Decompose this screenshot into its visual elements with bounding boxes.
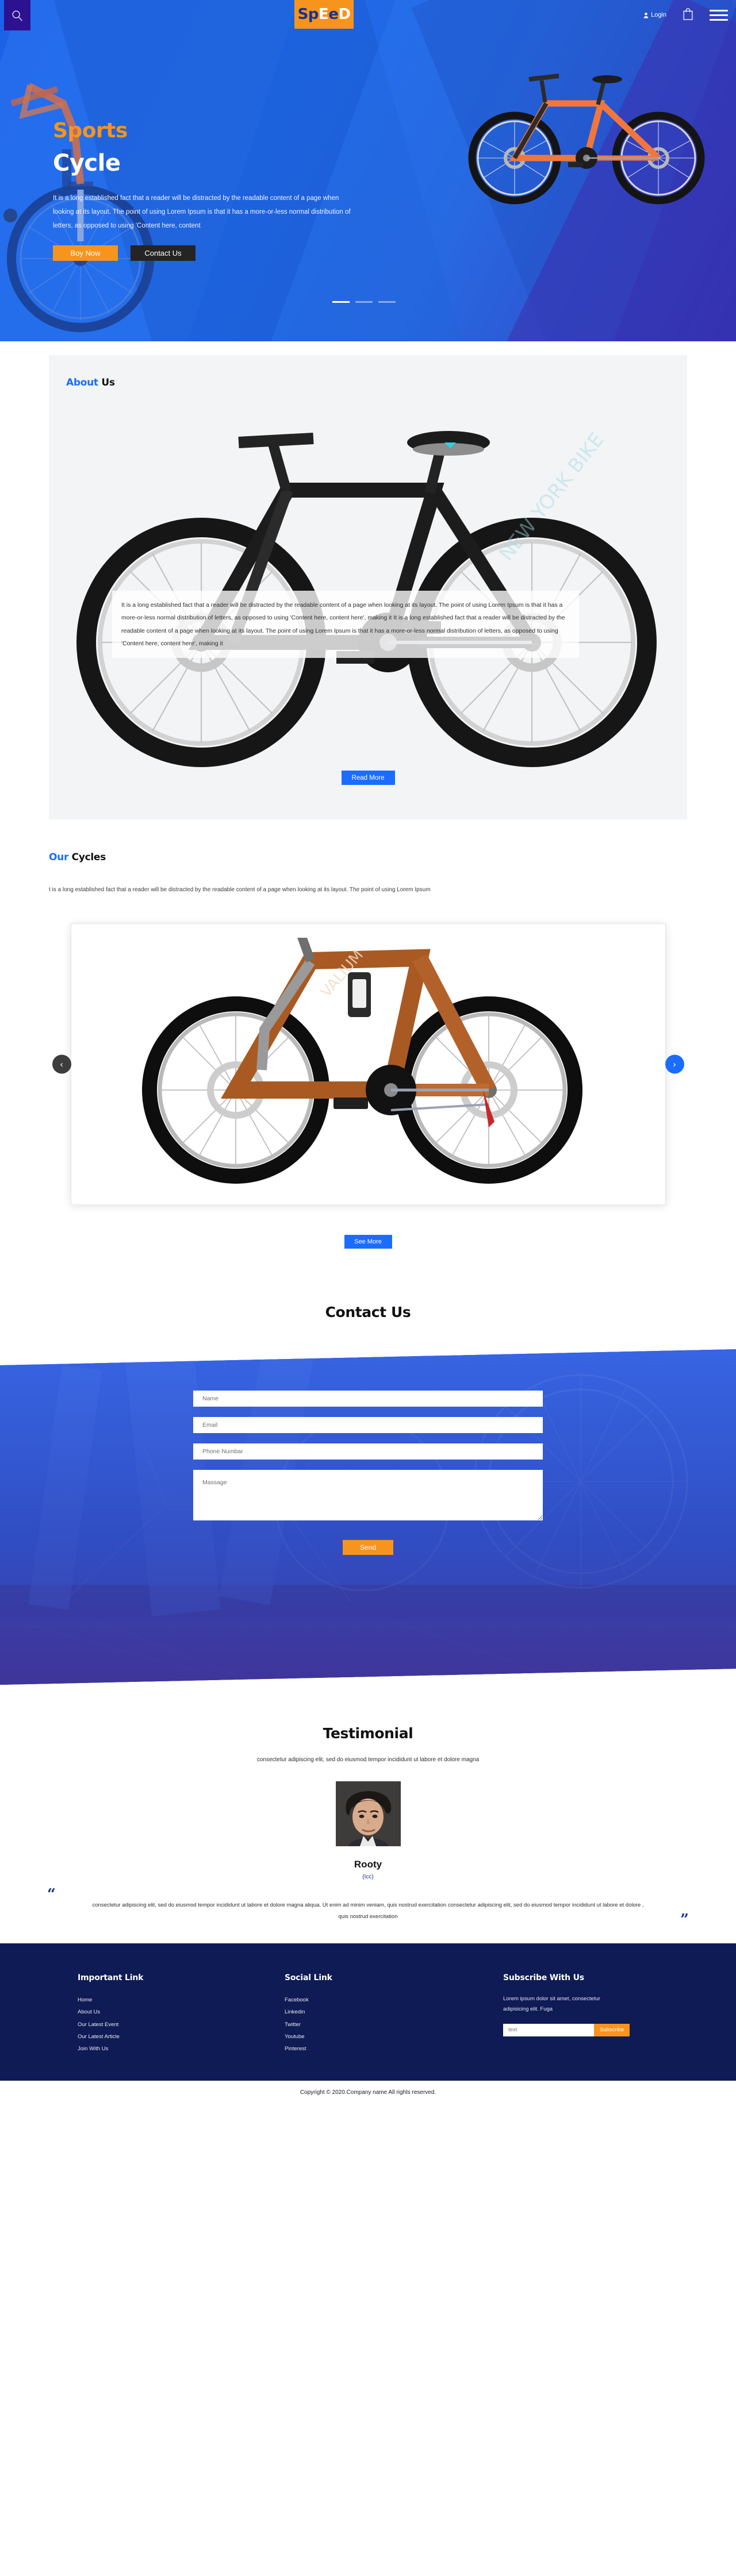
footer-link-pinterest[interactable]: Pinterest [285, 2043, 503, 2055]
hero-description: It is a long established fact that a rea… [53, 195, 351, 230]
search-button[interactable] [4, 0, 30, 30]
testimonial-name: Rooty [354, 1859, 382, 1870]
subscribe-form: Subscribe [503, 2023, 630, 2036]
testimonial-role: (Icc) [362, 1874, 374, 1880]
footer-subscribe-column: Subscribe With Us Lorem ipsum dolor sit … [503, 1973, 658, 2055]
buy-now-button[interactable]: Boy Now [53, 245, 118, 261]
hero-title: Cycle [53, 150, 121, 176]
shopping-bag-icon [683, 7, 693, 20]
hero-slider-dot-3[interactable] [378, 301, 396, 303]
about-description: It is a long established fact that a rea… [112, 591, 579, 658]
send-button[interactable]: Send [343, 1540, 393, 1555]
hamburger-line [710, 9, 728, 11]
hamburger-line [710, 18, 728, 21]
footer-important-title: Important Link [78, 1973, 144, 1982]
testimonial-section: Testimonial consectetur adipiscing elit,… [0, 1685, 736, 1943]
contact-form: Send [193, 1391, 543, 1555]
hero-slider-dot-2[interactable] [355, 301, 373, 303]
read-more-button[interactable]: Read More [341, 771, 395, 785]
cycles-carousel: VALIUM ‹ › [52, 923, 684, 1205]
footer-link-youtube[interactable]: Youtube [285, 2031, 503, 2043]
about-section: About Us NEW YORK BIKE It is a long esta… [0, 341, 736, 819]
about-heading: About Us [66, 377, 115, 388]
footer-link-join-with-us[interactable]: Join With Us [78, 2043, 285, 2055]
quote-open-icon: “ [47, 1886, 56, 1903]
footer-link-our-latest-event[interactable]: Our Latest Event [78, 2019, 285, 2031]
testimonial-quote-block: “ consectetur adipiscing elit, sed do ei… [40, 1886, 696, 1927]
footer-link-facebook[interactable]: Facebook [285, 1994, 503, 2006]
user-icon [643, 12, 649, 18]
hero-content: Sports Cycle It is a long established fa… [53, 121, 398, 261]
contact-section: Contact Us Name Email Phone Numbar Massa… [0, 1249, 736, 1685]
hero-section: SpEeD Login Sports Cycle It is a long es… [0, 0, 736, 341]
login-label: Login [651, 11, 666, 18]
cycles-title-highlight: Our [49, 852, 69, 863]
name-input[interactable] [193, 1391, 543, 1407]
logo-text: SpEeD [297, 6, 351, 23]
site-footer: Important Link Home About Us Our Latest … [0, 1943, 736, 2081]
footer-link-home[interactable]: Home [78, 1994, 285, 2006]
see-more-button[interactable]: See More [344, 1235, 392, 1249]
carousel-next-button[interactable]: › [665, 1054, 684, 1074]
about-title-highlight: About [66, 377, 98, 388]
about-card: About Us NEW YORK BIKE It is a long esta… [49, 355, 687, 819]
cycles-heading: Our Cycles [49, 852, 687, 863]
our-cycles-section: Our Cycles t is a long established fact … [0, 819, 736, 1249]
footer-social-links-column: Social Link Facebook Linkedin Twitter Yo… [285, 1973, 503, 2055]
subscribe-input[interactable] [503, 2023, 594, 2036]
carousel-slide: VALIUM [70, 923, 666, 1205]
send-row: Send [193, 1540, 543, 1555]
footer-link-about-us[interactable]: About Us [78, 2006, 285, 2018]
search-icon [12, 10, 22, 21]
footer-columns: Important Link Home About Us Our Latest … [78, 1973, 658, 2055]
our-cycles-inner: Our Cycles t is a long established fact … [49, 852, 687, 896]
hero-slider-dot-1[interactable] [332, 301, 350, 303]
hero-kicker: Sports [53, 119, 128, 143]
testimonial-avatar [335, 1781, 401, 1846]
hero-bike-right-image [468, 74, 705, 205]
contact-title: Contact Us [325, 1304, 411, 1320]
footer-link-twitter[interactable]: Twitter [285, 2019, 503, 2031]
login-link[interactable]: Login [643, 11, 666, 18]
shopping-bag-button[interactable] [683, 7, 693, 23]
contact-us-button[interactable]: Contact Us [131, 245, 195, 261]
top-navigation: Login [643, 0, 728, 30]
quote-close-icon: ” [680, 1911, 689, 1928]
email-input[interactable] [193, 1417, 543, 1433]
footer-social-title: Social Link [285, 1973, 332, 1982]
site-logo[interactable]: SpEeD [294, 0, 354, 29]
hamburger-menu-button[interactable] [710, 9, 728, 21]
hero-slider-indicators [332, 301, 396, 303]
testimonial-quote: consectetur adipiscing elit, sed do eius… [92, 1902, 644, 1920]
carousel-prev-button[interactable]: ‹ [52, 1054, 71, 1074]
hamburger-line [710, 14, 728, 16]
carousel-bike-image: VALIUM [142, 938, 582, 1184]
footer-subscribe-description: Lorem ipsum dolor sit amet, consectetur … [503, 1995, 600, 2012]
avatar-image [335, 1781, 401, 1846]
testimonial-subtitle: consectetur adipiscing elit, sed do eius… [256, 1757, 480, 1763]
testimonial-title: Testimonial [323, 1725, 413, 1742]
phone-input[interactable] [193, 1443, 543, 1460]
footer-link-linkedin[interactable]: Linkedin [285, 2006, 503, 2018]
about-title-rest: Us [101, 377, 115, 388]
contact-banner: Send [0, 1349, 736, 1685]
cycles-title-rest: Cycles [71, 852, 106, 863]
footer-subscribe-title: Subscribe With Us [503, 1973, 584, 1982]
footer-link-our-latest-article[interactable]: Our Latest Article [78, 2031, 285, 2043]
subscribe-button[interactable]: Subscribe [594, 2023, 630, 2036]
copyright-bar: Copyright © 2020.Company name All rights… [0, 2080, 736, 2105]
footer-important-links-column: Important Link Home About Us Our Latest … [78, 1973, 285, 2055]
hero-buttons: Boy Now Contact Us [53, 245, 398, 261]
about-button-row: Read More [49, 771, 687, 785]
cycles-description: t is a long established fact that a read… [49, 887, 431, 893]
message-textarea[interactable] [193, 1470, 543, 1520]
see-more-row: See More [0, 1235, 736, 1249]
